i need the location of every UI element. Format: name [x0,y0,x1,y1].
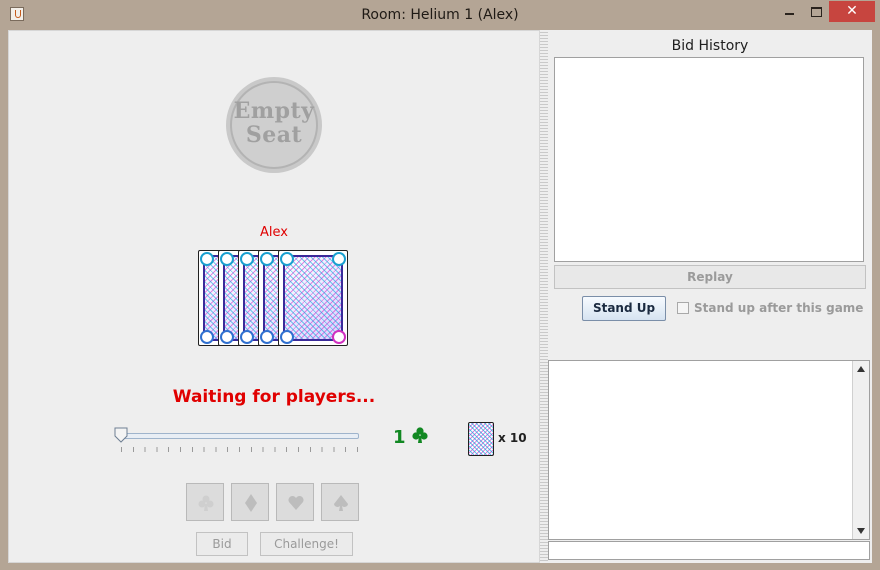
title-bar: Room: Helium 1 (Alex) ✕ [0,0,880,30]
club-icon [412,427,428,443]
scroll-up-icon[interactable] [853,361,869,377]
maximize-icon[interactable] [803,1,829,22]
bid-history-title: Bid History [671,38,749,54]
empty-seat-line1: Empty [233,98,315,124]
club-suit-button[interactable] [186,483,224,521]
club-icon [198,495,214,511]
empty-seat[interactable]: Empty Seat [226,77,322,173]
player-name: Alex [260,225,288,240]
window-content: Empty Seat Alex Waiting for players... 1… [8,30,872,563]
split-pane-divider[interactable] [540,30,548,563]
window-title: Room: Helium 1 (Alex) [361,7,519,23]
chat-log[interactable] [548,360,870,540]
side-panel: Bid History Replay Stand Up Stand up aft… [548,30,872,563]
bid-history-list[interactable] [554,57,864,262]
deck-count: x 10 [498,431,527,445]
replay-button[interactable]: Replay [554,265,866,289]
card-back[interactable] [278,250,348,346]
bid-button[interactable]: Bid [196,532,248,556]
empty-seat-line2: Seat [245,122,303,148]
window-frame-bottom [0,563,880,570]
diamond-suit-button[interactable] [231,483,269,521]
deck-card-back [468,422,494,456]
game-table-panel: Empty Seat Alex Waiting for players... 1… [8,30,540,563]
minimize-icon[interactable] [775,1,803,22]
stand-up-button[interactable]: Stand Up [582,296,666,321]
chat-input[interactable] [548,541,870,560]
spade-icon [334,495,348,511]
chat-scrollbar[interactable] [852,361,869,539]
stand-up-after-checkbox[interactable] [677,302,689,314]
heart-icon [288,495,304,510]
heart-suit-button[interactable] [276,483,314,521]
challenge-button[interactable]: Challenge! [260,532,353,556]
slider-thumb[interactable] [114,427,128,443]
scroll-down-icon[interactable] [853,523,869,539]
stand-up-after-label[interactable]: Stand up after this game [694,301,863,315]
bid-quantity-slider[interactable] [121,433,359,439]
slider-ticks [121,447,359,452]
spade-suit-button[interactable] [321,483,359,521]
status-message: Waiting for players... [172,387,376,407]
diamond-icon [245,494,257,512]
close-icon[interactable]: ✕ [829,1,875,22]
empty-seat-badge: Empty Seat [230,81,318,169]
